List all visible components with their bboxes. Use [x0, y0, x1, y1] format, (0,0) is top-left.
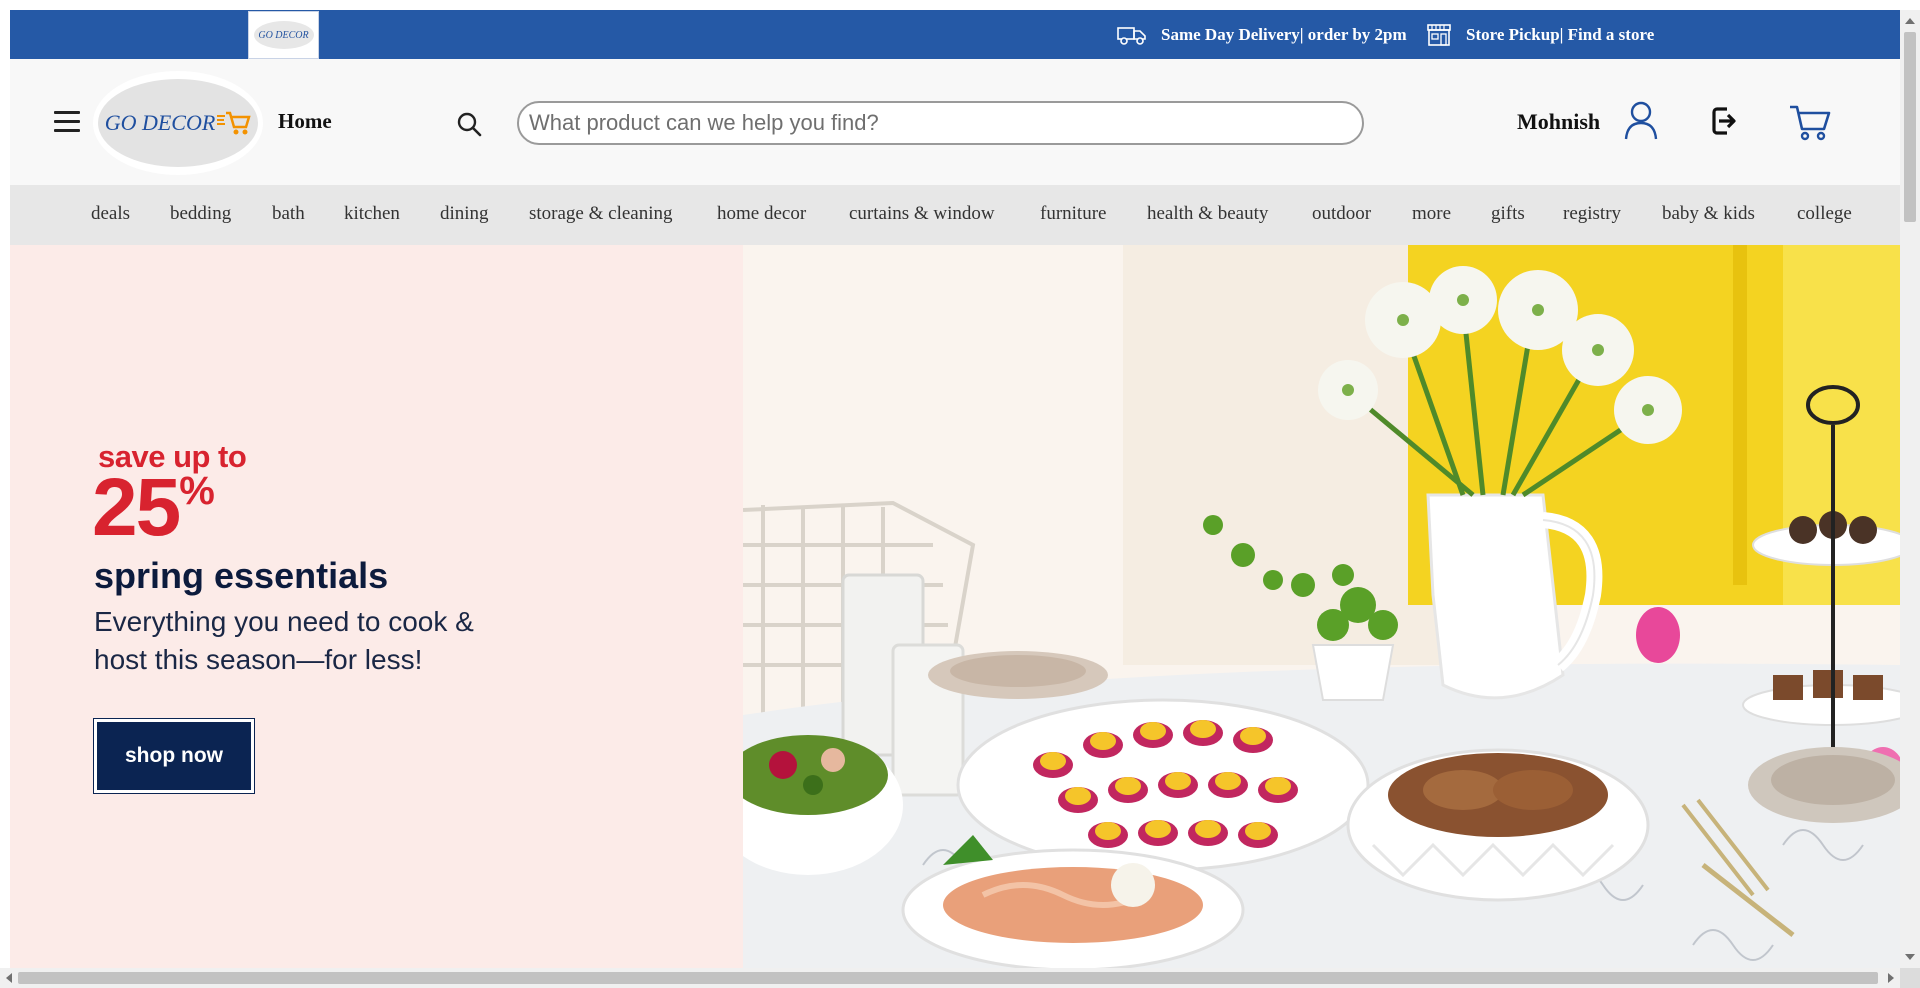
- header: GO DECOR Home Mohnish: [10, 59, 1900, 185]
- hero-image[interactable]: [743, 245, 1900, 968]
- category-storage-cleaning[interactable]: storage & cleaning: [529, 203, 673, 225]
- delivery-truck-icon: [1117, 26, 1146, 45]
- category-bedding[interactable]: bedding: [170, 203, 231, 225]
- vertical-scrollbar[interactable]: [1900, 10, 1920, 968]
- user-icon[interactable]: [1623, 101, 1659, 146]
- category-dining[interactable]: dining: [440, 203, 489, 225]
- category-home-decor[interactable]: home decor: [717, 203, 806, 225]
- vertical-scroll-thumb[interactable]: [1904, 32, 1916, 222]
- horizontal-scrollbar[interactable]: [0, 968, 1900, 988]
- menu-icon[interactable]: [54, 111, 80, 133]
- home-link[interactable]: Home: [278, 109, 332, 134]
- user-name: Mohnish: [1517, 109, 1601, 134]
- site-logo[interactable]: GO DECOR: [93, 71, 263, 175]
- scroll-up-arrow-icon[interactable]: [1905, 18, 1915, 24]
- scroll-down-arrow-icon[interactable]: [1905, 954, 1915, 960]
- hero-discount-percent: %: [179, 469, 215, 513]
- category-registry[interactable]: registry: [1563, 203, 1621, 225]
- delivery-text: Same Day Delivery| order by 2pm: [1161, 24, 1407, 44]
- hero-title: spring essentials: [94, 555, 389, 596]
- promo-bar: GO DECOR Same Day Delivery| order by 2pm…: [10, 10, 1900, 59]
- cart-icon[interactable]: [1789, 104, 1831, 147]
- category-college[interactable]: college: [1797, 203, 1852, 225]
- horizontal-scroll-thumb[interactable]: [18, 972, 1878, 984]
- hero-discount-amount: 25: [92, 462, 181, 553]
- category-baby-kids[interactable]: baby & kids: [1662, 203, 1755, 225]
- category-kitchen[interactable]: kitchen: [344, 203, 400, 225]
- promo-logo-text: GO DECOR: [258, 29, 309, 41]
- shop-now-button[interactable]: shop now: [94, 719, 254, 793]
- logout-icon[interactable]: [1711, 105, 1737, 142]
- scroll-left-arrow-icon[interactable]: [6, 973, 12, 983]
- scroll-right-arrow-icon[interactable]: [1888, 973, 1894, 983]
- logo-text: GO DECOR: [104, 110, 216, 135]
- search-input[interactable]: [517, 101, 1364, 145]
- category-nav: deals bedding bath kitchen dining storag…: [10, 185, 1900, 245]
- store-icon: [1427, 23, 1451, 46]
- hero-subtitle: Everything you need to cook & host this …: [94, 606, 474, 675]
- store-pickup[interactable]: Store Pickup| Find a store: [1426, 10, 1654, 59]
- category-gifts[interactable]: gifts: [1491, 203, 1525, 225]
- same-day-delivery[interactable]: Same Day Delivery| order by 2pm: [1117, 10, 1407, 59]
- pickup-text: Store Pickup| Find a store: [1466, 24, 1655, 44]
- category-outdoor[interactable]: outdoor: [1312, 203, 1371, 225]
- category-curtains-window[interactable]: curtains & window: [849, 203, 995, 225]
- hero-discount: 25%: [92, 461, 215, 555]
- page: GO DECOR Same Day Delivery| order by 2pm…: [10, 10, 1900, 968]
- hero-banner: save up to 25% spring essentials Everyth…: [10, 245, 1900, 968]
- category-furniture[interactable]: furniture: [1040, 203, 1106, 225]
- category-bath[interactable]: bath: [272, 203, 305, 225]
- category-health-beauty[interactable]: health & beauty: [1147, 203, 1268, 225]
- category-more[interactable]: more: [1412, 203, 1451, 225]
- cart-logo-icon: [217, 111, 251, 135]
- search-icon[interactable]: [456, 111, 482, 142]
- scrollbar-corner: [1900, 968, 1920, 988]
- category-deals[interactable]: deals: [91, 203, 130, 225]
- promo-logo[interactable]: GO DECOR: [248, 11, 319, 59]
